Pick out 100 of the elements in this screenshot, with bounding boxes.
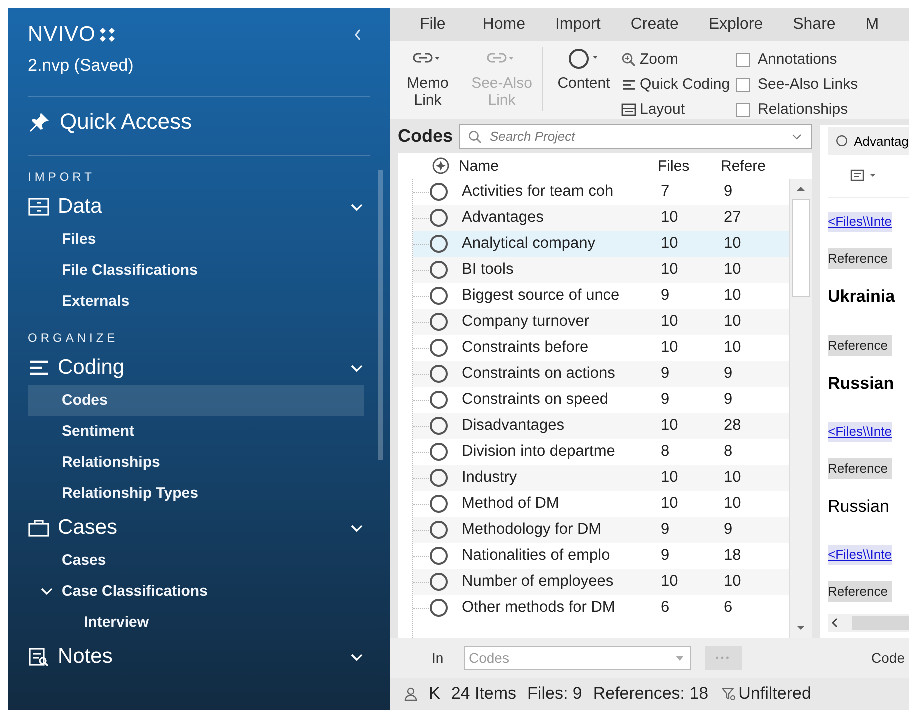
column-header[interactable]: Name: [459, 158, 658, 174]
comment-icon[interactable]: [850, 169, 878, 183]
scroll-thumb[interactable]: [792, 199, 810, 297]
menu-tab[interactable]: Share: [793, 16, 852, 34]
chevron-icon: [350, 363, 364, 373]
table-cell-text: Method of DM: [462, 495, 560, 513]
table-cell-text: 10: [724, 339, 742, 357]
code-circle-icon: [429, 312, 449, 332]
code-row[interactable]: Nationalities of emplo 9 18: [413, 543, 790, 569]
file-link[interactable]: <Files\\Inte: [828, 212, 892, 232]
filter-icon: [722, 687, 736, 701]
table-cell-text: Advantages: [462, 209, 545, 227]
nav-item[interactable]: Codes: [28, 385, 364, 416]
table-cell-text: 9: [661, 391, 671, 409]
table-cell-text: 28: [724, 417, 742, 435]
table-cell-text: 10: [661, 209, 680, 227]
nav-item[interactable]: Sentiment: [28, 416, 364, 447]
nav-group[interactable]: Cases: [28, 511, 370, 545]
code-circle-icon: [429, 468, 449, 488]
nav-group[interactable]: Notes: [28, 640, 370, 674]
code-circle-icon: [429, 598, 449, 618]
menu-tab[interactable]: Create: [630, 16, 695, 34]
nav-item[interactable]: Files: [28, 224, 364, 255]
scrollbar[interactable]: [828, 614, 909, 632]
quick-access-link[interactable]: Quick Access: [28, 104, 370, 140]
nav-group[interactable]: Coding: [28, 351, 370, 385]
nav-item[interactable]: Externals: [28, 286, 364, 317]
lines-icon: [28, 358, 50, 378]
content-button[interactable]: Content: [549, 47, 619, 92]
table-cell-text: Constraints on speed: [462, 391, 610, 409]
document-tab[interactable]: Advantag: [828, 127, 909, 155]
link-button[interactable]: Memo Link: [392, 47, 464, 109]
menu-tab[interactable]: Home: [482, 16, 542, 34]
scroll-thumb[interactable]: [852, 616, 909, 630]
dropdown-icon[interactable]: [792, 134, 802, 140]
item-count: 24 Items: [451, 684, 517, 704]
code-circle-icon: [429, 208, 449, 228]
code-label: Code: [872, 650, 905, 666]
table-cell-text: 10: [661, 339, 680, 357]
nav-item[interactable]: Case Classifications: [28, 576, 364, 607]
nav-item[interactable]: Interview: [28, 607, 364, 638]
collapse-icon[interactable]: [354, 29, 362, 41]
code-row[interactable]: Division into departme 8 8: [413, 439, 790, 465]
checkbox[interactable]: See-Also Links: [736, 72, 858, 97]
code-row[interactable]: Disadvantages 10 28: [413, 413, 790, 439]
code-circle-icon: [429, 390, 449, 410]
menu-tab[interactable]: Explore: [708, 16, 780, 34]
code-row[interactable]: Constraints on actions 9 9: [413, 361, 790, 387]
nav-group[interactable]: Data: [28, 190, 370, 224]
nav-item[interactable]: File Classifications: [28, 255, 364, 286]
scrollbar[interactable]: [789, 179, 812, 638]
code-row[interactable]: Industry 10 10: [413, 465, 790, 491]
code-row[interactable]: BI tools 10 10: [413, 257, 790, 283]
table-cell-text: 10: [661, 469, 680, 487]
table-cell-text: 9: [661, 521, 671, 539]
code-row[interactable]: Activities for team coh 7 9: [413, 179, 790, 205]
code-row[interactable]: Number of employees 10 10: [413, 569, 790, 595]
code-circle-icon: [429, 260, 449, 280]
table-cell-text: 10: [724, 313, 742, 331]
tool-button[interactable]: Quick Coding: [621, 72, 730, 97]
table-cell-text: Nationalities of emplo: [462, 547, 612, 565]
code-circle-icon: [429, 338, 449, 358]
search-icon: [468, 130, 482, 144]
menu-tab[interactable]: Import: [555, 16, 617, 34]
table-cell-text: 10: [724, 235, 742, 253]
code-row[interactable]: Methodology for DM 9 9: [413, 517, 790, 543]
code-row[interactable]: Other methods for DM 6 6: [413, 595, 790, 621]
table-cell-text: 6: [661, 599, 671, 617]
code-circle-icon: [429, 520, 449, 540]
checkbox[interactable]: Annotations: [736, 47, 858, 72]
code-row[interactable]: Method of DM 10 10: [413, 491, 790, 517]
nav-item[interactable]: Cases: [28, 545, 364, 576]
file-link[interactable]: <Files\\Inte: [828, 545, 892, 565]
table-cell-text: 27: [724, 209, 742, 227]
tool-button[interactable]: Zoom: [621, 47, 730, 72]
tool-button[interactable]: Layout: [621, 97, 730, 119]
table-cell-text: Number of employees: [462, 573, 615, 591]
reference-label: Reference: [828, 335, 892, 356]
menu-tab[interactable]: File: [420, 16, 469, 34]
table-cell-text: Analytical company: [462, 235, 597, 253]
search-field[interactable]: Search Project: [459, 124, 812, 148]
checkbox[interactable]: Relationships: [736, 97, 858, 119]
menu-tab[interactable]: M: [866, 16, 896, 34]
table-cell-text: 10: [661, 573, 680, 591]
nav-item[interactable]: Relationships: [28, 447, 364, 478]
code-row[interactable]: Company turnover 10 10: [413, 309, 790, 335]
notebook-icon: [28, 647, 50, 667]
code-row[interactable]: Biggest source of unce 9 10: [413, 283, 790, 309]
column-header[interactable]: Files: [658, 158, 721, 174]
file-link[interactable]: <Files\\Inte: [828, 422, 892, 442]
panel-title: Codes: [398, 126, 454, 146]
table-cell-text: 6: [724, 599, 734, 617]
code-row[interactable]: Advantages 10 27: [413, 205, 790, 231]
code-row[interactable]: Constraints on speed 9 9: [413, 387, 790, 413]
code-row[interactable]: Analytical company 10 10: [413, 231, 790, 257]
nav-item[interactable]: Relationship Types: [28, 478, 364, 509]
code-row[interactable]: Constraints before 10 10: [413, 335, 790, 361]
zoom-icon: [621, 52, 637, 68]
table-cell-text: 9: [661, 287, 671, 305]
column-header[interactable]: Refere: [721, 158, 781, 174]
